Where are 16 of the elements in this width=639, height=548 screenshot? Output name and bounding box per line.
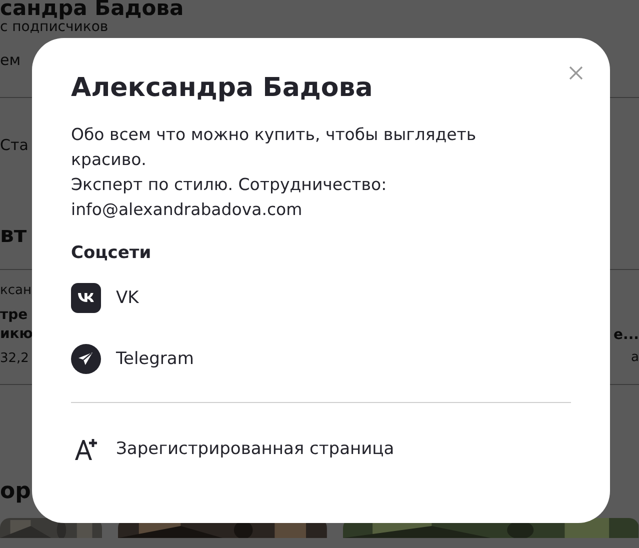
article-views: а [631,349,639,367]
verified-label: Зарегистрированная страница [116,438,394,461]
profile-title: Александра Бадова [71,72,374,104]
section-title: ор [0,478,31,506]
section-title: вт [0,222,27,250]
article-views: 32,2 [0,350,29,368]
profile-description: Обо всем что можно купить, чтобы выглядеть красиво. Эксперт по стилю. Сотрудничество: info@alexandrabadova.com [71,124,478,221]
article-author: ксан [0,282,32,300]
profile-text: ем [0,50,21,70]
social-link[interactable]: Telegram [71,344,194,374]
social-link[interactable]: VK [71,283,139,313]
profile-name: сандра Бадова [0,0,184,22]
section-heading: Соцсети [71,242,152,265]
subscriber-count: с подписчиков [0,19,108,36]
article-title: е... [614,326,639,345]
article-title: тре икю [0,306,33,344]
